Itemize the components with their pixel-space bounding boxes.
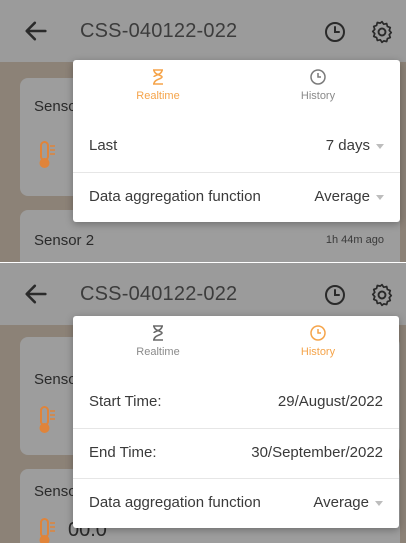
clock-icon[interactable] — [323, 20, 347, 44]
tab-label: Realtime — [136, 90, 180, 102]
end-time-row[interactable]: End Time: 30/September/2022 — [73, 428, 399, 478]
row-label: Start Time: — [89, 393, 162, 410]
start-time-value[interactable]: 29/August/2022 — [278, 393, 383, 410]
caret-down-icon — [376, 194, 384, 200]
hourglass-icon — [153, 69, 163, 85]
history-screen: CSS-040122-022 Senso Senso 00.0° Realtim… — [0, 263, 406, 543]
sensor-name: Senso — [34, 98, 77, 115]
aggregation-dropdown[interactable]: Average — [313, 494, 383, 511]
hourglass-icon — [153, 325, 163, 341]
sensor-name: Senso — [34, 483, 77, 500]
clock-icon[interactable] — [323, 283, 347, 307]
page-title: CSS-040122-022 — [80, 283, 238, 305]
aggregation-dropdown[interactable]: Average — [314, 188, 384, 205]
tab-label: History — [300, 90, 336, 102]
back-arrow-icon[interactable] — [22, 17, 50, 45]
tab-bar: Realtime History — [73, 316, 399, 378]
row-label: End Time: — [89, 444, 157, 461]
sensor-name: Sensor 2 — [34, 232, 95, 249]
time-range-popup: Realtime History Start Time: 29/August/2… — [73, 316, 399, 528]
realtime-screen: CSS-040122-022 Senso Sensor 2 1h 44m ago… — [0, 0, 406, 262]
dropdown-value: 7 days — [325, 137, 370, 154]
caret-down-icon — [376, 143, 384, 149]
row-label: Last — [89, 137, 118, 154]
dropdown-value: Average — [314, 188, 370, 205]
aggregation-row[interactable]: Data aggregation function Average — [73, 172, 400, 222]
sensor-name: Senso — [34, 371, 77, 388]
tab-history[interactable]: History — [248, 324, 388, 358]
tab-label: Realtime — [136, 346, 180, 358]
thermometer-icon — [39, 406, 55, 433]
caret-down-icon — [375, 500, 383, 506]
start-time-row[interactable]: Start Time: 29/August/2022 — [73, 378, 399, 428]
thermometer-icon — [39, 141, 55, 168]
period-dropdown[interactable]: 7 days — [326, 137, 384, 154]
time-range-popup: Realtime History Last 7 days Data aggreg… — [73, 60, 400, 222]
app-bar: CSS-040122-022 — [0, 0, 406, 62]
row-label: Data aggregation function — [89, 494, 261, 511]
last-seen-time: 1h 44m ago — [325, 234, 384, 246]
clock-icon — [310, 69, 326, 85]
tab-label: History — [300, 346, 336, 358]
clock-icon — [310, 325, 326, 341]
tab-realtime[interactable]: Realtime — [88, 68, 228, 102]
row-label: Data aggregation function — [89, 188, 261, 205]
page-title: CSS-040122-022 — [80, 20, 238, 42]
tab-bar: Realtime History — [73, 60, 400, 122]
end-time-value[interactable]: 30/September/2022 — [251, 444, 383, 461]
tab-history[interactable]: History — [248, 68, 388, 102]
dropdown-value: Average — [313, 494, 369, 511]
back-arrow-icon[interactable] — [22, 280, 50, 308]
thermometer-icon — [39, 518, 55, 543]
aggregation-row[interactable]: Data aggregation function Average — [73, 478, 399, 528]
gear-icon[interactable] — [369, 282, 395, 308]
gear-icon[interactable] — [369, 19, 395, 45]
tab-realtime[interactable]: Realtime — [88, 324, 228, 358]
last-period-row[interactable]: Last 7 days — [73, 122, 400, 172]
